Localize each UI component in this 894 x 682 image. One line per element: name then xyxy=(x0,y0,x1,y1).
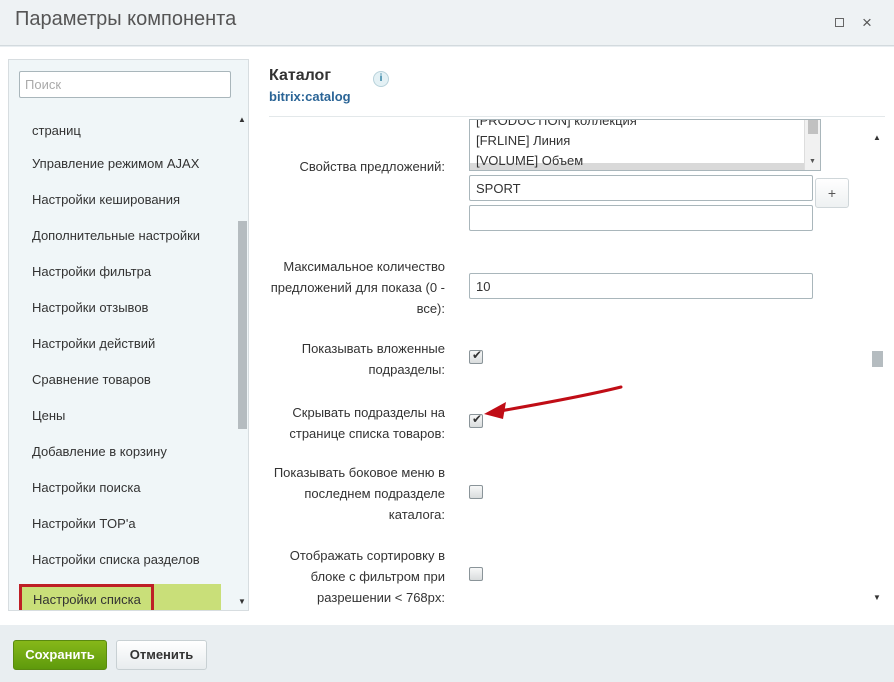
hide-sub-checkbox[interactable]: ✔ xyxy=(469,412,483,428)
minimize-icon[interactable] xyxy=(829,13,849,33)
params-scrollbar[interactable]: ▲ ▼ xyxy=(870,133,884,609)
show-sub-checkbox[interactable]: ✔ xyxy=(469,348,483,364)
scroll-down-icon[interactable]: ▼ xyxy=(238,597,246,606)
sidebar-item-label: страниц xyxy=(32,123,81,138)
params-pane: Свойства предложений: [PRODUCTION] колле… xyxy=(269,117,869,617)
sidebar-item-label: Настройки списка xyxy=(33,592,141,607)
scrollbar-thumb[interactable] xyxy=(872,351,883,367)
sidebar: страниц Управление режимом AJAX Настройк… xyxy=(8,59,249,611)
sidebar-item-compare[interactable]: Сравнение товаров xyxy=(32,372,151,387)
sidebar-item-cache[interactable]: Настройки кеширования xyxy=(32,192,180,207)
sidebar-scrollbar[interactable]: ▲ ▼ xyxy=(235,60,248,610)
max-offers-input[interactable] xyxy=(469,273,813,299)
offer-props-listbox[interactable]: [PRODUCTION] коллекция [FRLINE] Линия [V… xyxy=(469,119,821,171)
sidebar-item-filter[interactable]: Настройки фильтра xyxy=(32,264,151,279)
scroll-down-icon[interactable]: ▼ xyxy=(873,593,881,602)
scrollbar-thumb[interactable] xyxy=(238,221,247,429)
add-field-button[interactable]: + xyxy=(815,178,849,208)
hide-sub-label: Скрывать подразделы на странице списка т… xyxy=(289,405,445,441)
scroll-up-icon[interactable]: ▲ xyxy=(873,133,881,142)
window-title: Параметры компонента xyxy=(15,8,237,30)
check-icon: ✔ xyxy=(471,348,483,362)
close-icon[interactable]: × xyxy=(857,13,877,33)
window-titlebar: Параметры компонента × xyxy=(0,0,894,46)
offer-props-field-2[interactable] xyxy=(469,205,813,231)
sidebar-item-pages[interactable]: страниц xyxy=(32,118,81,138)
sidebar-item-additional[interactable]: Дополнительные настройки xyxy=(32,228,200,243)
check-icon: ✔ xyxy=(471,412,483,426)
sidebar-item-ajax[interactable]: Управление режимом AJAX xyxy=(32,156,199,171)
component-code: bitrix:catalog xyxy=(269,89,351,104)
sort-label: Отображать сортировку в блоке с фильтром… xyxy=(289,548,445,605)
side-menu-checkbox[interactable] xyxy=(469,485,483,499)
sidebar-item-sections[interactable]: Настройки списка разделов xyxy=(32,552,200,567)
sidebar-item-search[interactable]: Настройки поиска xyxy=(32,480,141,495)
sidebar-item-basket[interactable]: Добавление в корзину xyxy=(32,444,167,459)
sort-checkbox[interactable] xyxy=(469,567,483,581)
listbox-option[interactable]: [FRLINE] Линия xyxy=(476,133,570,148)
sidebar-item-actions[interactable]: Настройки действий xyxy=(32,336,155,351)
max-offers-label: Максимальное количество предложений для … xyxy=(270,259,445,316)
offer-props-label: Свойства предложений: xyxy=(299,159,445,174)
offer-props-field-1[interactable] xyxy=(469,175,813,201)
listbox-option[interactable]: [PRODUCTION] коллекция xyxy=(476,120,637,128)
dialog-content: страниц Управление режимом AJAX Настройк… xyxy=(0,47,894,625)
side-menu-label: Показывать боковое меню в последнем подр… xyxy=(273,465,445,522)
sidebar-item-prices[interactable]: Цены xyxy=(32,408,65,423)
sidebar-item-top[interactable]: Настройки TOP'а xyxy=(32,516,136,531)
search-input[interactable] xyxy=(19,71,231,98)
listbox-option[interactable]: [VOLUME] Объем xyxy=(476,153,583,168)
save-button[interactable]: Сохранить xyxy=(13,640,107,670)
scroll-down-icon[interactable]: ▼ xyxy=(809,158,816,165)
listbox-scrollbar[interactable]: ▼ xyxy=(804,120,820,170)
show-sub-label: Показывать вложенные подразделы: xyxy=(301,341,445,377)
sidebar-item-reviews[interactable]: Настройки отзывов xyxy=(32,300,148,315)
dialog-footer: Сохранить Отменить xyxy=(0,625,894,682)
cancel-button[interactable]: Отменить xyxy=(116,640,207,670)
scroll-up-icon[interactable]: ▲ xyxy=(238,115,246,124)
scrollbar-thumb[interactable] xyxy=(808,120,818,134)
component-title: Каталог xyxy=(269,67,331,84)
info-icon[interactable]: i xyxy=(373,71,389,87)
sidebar-menu: страниц Управление режимом AJAX Настройк… xyxy=(9,112,234,610)
